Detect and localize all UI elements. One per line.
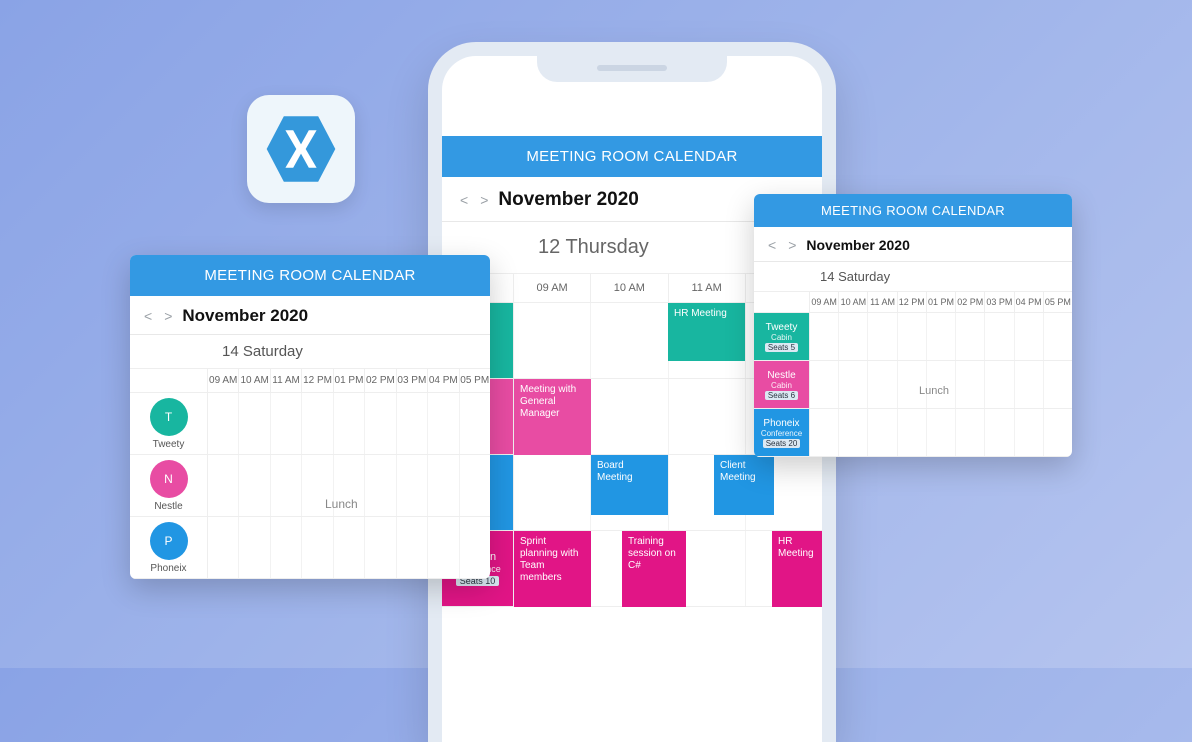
phone-month-label: November 2020	[498, 189, 638, 211]
event-hr[interactable]: HR Meeting	[668, 303, 745, 361]
xamarin-logo	[247, 95, 355, 203]
cl-row-tweety: T Tweety	[130, 393, 490, 455]
resource-chip-phoneix[interactable]: Phoneix Conference Seats 20	[754, 409, 810, 456]
hour-label: 02 PM	[365, 369, 396, 392]
hour-label: 04 PM	[1015, 292, 1044, 312]
cr-row-nestle: Nestle Cabin Seats 6	[754, 361, 1072, 409]
hour-label: 02 PM	[956, 292, 985, 312]
hour-label: 04 PM	[428, 369, 459, 392]
avatar-nestle[interactable]: N	[150, 460, 188, 498]
cr-hours-row: 09 AM 10 AM 11 AM 12 PM 01 PM 02 PM 03 P…	[754, 292, 1072, 313]
hour-label: 09 AM	[514, 274, 591, 302]
hour-label: 12 PM	[302, 369, 333, 392]
event-client[interactable]: Client Meeting	[714, 455, 774, 515]
avatar-phoneix[interactable]: P	[150, 522, 188, 560]
hour-label: 10 AM	[239, 369, 270, 392]
cl-label-phoneix: Phoneix	[150, 563, 186, 574]
cl-month-label: November 2020	[182, 306, 308, 326]
hour-label: 12 PM	[898, 292, 927, 312]
resource-chip-nestle[interactable]: Nestle Cabin Seats 6	[754, 361, 810, 408]
next-month-icon[interactable]: >	[162, 308, 174, 324]
avatar-tweety[interactable]: T	[150, 398, 188, 436]
hour-label: 03 PM	[985, 292, 1014, 312]
event-gm[interactable]: Meeting with General Manager	[514, 379, 591, 455]
cr-day-label: 14 Saturday	[810, 262, 1072, 291]
cr-month-nav: < > November 2020	[754, 227, 1072, 262]
cl-day-row: 14 Saturday	[130, 335, 490, 369]
hour-label: 10 AM	[591, 274, 668, 302]
hour-label: 01 PM	[927, 292, 956, 312]
hour-label: 03 PM	[397, 369, 428, 392]
hour-label: 11 AM	[669, 274, 746, 302]
cr-day-row: 14 Saturday	[754, 262, 1072, 292]
cl-hours-row: 09 AM 10 AM 11 AM 12 PM 01 PM 02 PM 03 P…	[130, 369, 490, 393]
cl-day-label: 14 Saturday	[208, 335, 490, 368]
phone-header: MEETING ROOM CALENDAR	[442, 136, 822, 177]
event-train[interactable]: Training session on C#	[622, 531, 686, 607]
hour-label: 10 AM	[839, 292, 868, 312]
hour-label: 11 AM	[868, 292, 897, 312]
cl-row-phoneix: P Phoneix	[130, 517, 490, 579]
cr-month-label: November 2020	[806, 237, 910, 253]
tablet-card: MEETING ROOM CALENDAR < > November 2020 …	[754, 194, 1072, 457]
cl-month-nav: < > November 2020	[130, 296, 490, 335]
cr-row-phoneix: Phoneix Conference Seats 20	[754, 409, 1072, 457]
hour-label: 01 PM	[334, 369, 365, 392]
prev-month-icon[interactable]: <	[142, 308, 154, 324]
cr-header: MEETING ROOM CALENDAR	[754, 194, 1072, 227]
hour-label: 09 AM	[810, 292, 839, 312]
hour-label: 05 PM	[1044, 292, 1072, 312]
prev-month-icon[interactable]: <	[766, 237, 778, 253]
next-month-icon[interactable]: >	[478, 192, 490, 208]
cr-schedule[interactable]: Tweety Cabin Seats 5 Nestle Cabin Seats …	[754, 313, 1072, 457]
cr-row-tweety: Tweety Cabin Seats 5	[754, 313, 1072, 361]
hour-label: 11 AM	[271, 369, 302, 392]
hour-label: 05 PM	[460, 369, 490, 392]
cl-schedule[interactable]: T Tweety N Nestle P Phoneix Lunch	[130, 393, 490, 579]
event-sprint[interactable]: Sprint planning with Team members	[514, 531, 591, 607]
cl-label-nestle: Nestle	[154, 501, 182, 512]
cl-label-tweety: Tweety	[153, 439, 185, 450]
prev-month-icon[interactable]: <	[458, 192, 470, 208]
event-board[interactable]: Board Meeting	[591, 455, 668, 515]
cl-row-nestle: N Nestle	[130, 455, 490, 517]
event-hr2[interactable]: HR Meeting	[772, 531, 822, 607]
hour-label: 09 AM	[208, 369, 239, 392]
next-month-icon[interactable]: >	[786, 237, 798, 253]
cl-header: MEETING ROOM CALENDAR	[130, 255, 490, 296]
desktop-card: MEETING ROOM CALENDAR < > November 2020 …	[130, 255, 490, 579]
resource-chip-tweety[interactable]: Tweety Cabin Seats 5	[754, 313, 810, 360]
